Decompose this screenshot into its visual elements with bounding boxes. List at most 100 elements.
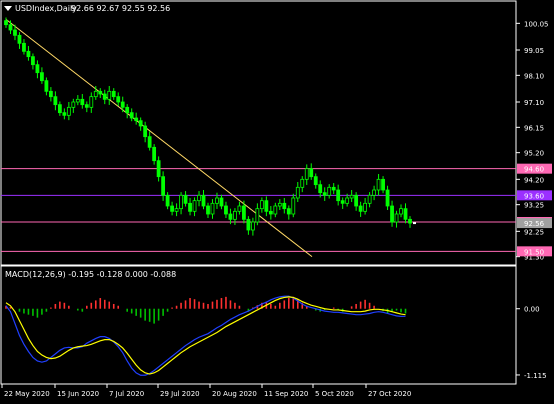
candle-body (403, 208, 408, 220)
candle-body (183, 194, 188, 204)
candle-body (295, 186, 300, 199)
price-tag-label: 91.50 (524, 248, 544, 256)
candle-body (8, 24, 13, 31)
price-tick-label: 97.10 (524, 99, 544, 107)
macd-line (5, 295, 406, 376)
current-price-marker (413, 222, 416, 225)
candle-body (336, 189, 341, 202)
time-tick-label: 22 May 2020 (4, 390, 50, 398)
macd-signal-line (5, 296, 406, 375)
candle-body (165, 194, 170, 207)
chart-canvas: 100.05 99.05 98.10 97.10 96.15 95.20 94.20 93.2… (0, 0, 552, 398)
candle-body (179, 194, 183, 210)
candle-body (44, 80, 49, 92)
candle-body (80, 98, 85, 106)
candle-body (161, 176, 166, 196)
candle-body (372, 189, 376, 196)
candle-body (188, 202, 192, 212)
chart-window: 100.05 99.05 98.10 97.10 96.15 95.20 94.20 93.2… (0, 0, 554, 400)
candle-body (237, 205, 242, 212)
candle-body (408, 218, 412, 224)
trendline[interactable] (5, 18, 313, 258)
time-tick-label: 29 Jul 2020 (160, 390, 200, 398)
candle-body (53, 96, 58, 106)
candle-body (31, 56, 35, 66)
candle-body (255, 208, 260, 223)
candle-body (120, 101, 125, 108)
time-axis: 22 May 2020 15 Jun 2020 7 Jul 2020 29 Jul 2… (1, 384, 411, 398)
macd-pane-frame (0, 265, 517, 385)
price-tick-label: 95.20 (524, 150, 544, 158)
candle-body (304, 168, 309, 180)
candle-body (358, 205, 363, 212)
candle-body (224, 205, 228, 215)
candle-body (143, 125, 148, 138)
time-tick-label: 20 Aug 2020 (212, 390, 257, 398)
candle-body (233, 210, 237, 220)
candle-body (273, 205, 278, 215)
macd-pane[interactable] (5, 295, 407, 376)
candle-body (206, 205, 210, 215)
candle-body (156, 160, 161, 178)
candle-body (98, 90, 103, 95)
candle-body (268, 210, 273, 215)
candle-body (93, 90, 98, 98)
candle-body (17, 34, 22, 44)
candle-body (228, 213, 233, 220)
candle-body (367, 194, 372, 204)
candle-body (174, 208, 179, 212)
candle-body (327, 186, 332, 196)
candle-body (210, 202, 215, 215)
main-pane-frame (0, 0, 517, 266)
candle-body (116, 96, 121, 103)
candle-body (111, 90, 116, 98)
candle-body (192, 200, 197, 212)
candle-body (381, 178, 385, 191)
candle-body (129, 112, 134, 119)
price-tag-label: 92.56 (524, 220, 545, 228)
candle-body (219, 197, 224, 207)
candle-body (345, 197, 350, 204)
time-tick-label: 11 Sep 2020 (264, 390, 308, 398)
candle-body (313, 176, 318, 186)
candle-body (75, 98, 80, 103)
price-axis: 100.05 99.05 98.10 97.10 96.15 95.20 94.20 93.2… (516, 20, 552, 380)
price-tick-label: 98.10 (524, 72, 544, 80)
candle-body (376, 178, 381, 191)
candle-body (84, 104, 89, 108)
candle-body (286, 208, 291, 215)
candle-body (66, 106, 71, 116)
candle-body (385, 189, 390, 207)
candle-body (134, 117, 139, 122)
price-tag-label: 93.60 (524, 192, 544, 200)
candle-body (282, 202, 287, 210)
price-tick-label: 94.20 (524, 176, 544, 184)
candle-body (300, 178, 305, 188)
candle-body (399, 208, 403, 215)
candle-body (40, 72, 44, 82)
candle-body (394, 213, 399, 223)
candle-body (35, 64, 40, 74)
candle-body (250, 221, 255, 231)
candle-body (215, 197, 219, 204)
candle-body (107, 90, 112, 100)
candle-body (13, 29, 17, 36)
candle-body (277, 202, 282, 207)
time-tick-label: 27 Oct 2020 (368, 390, 411, 398)
candle-body (259, 200, 264, 210)
candle-body (390, 205, 394, 223)
candle-body (197, 194, 201, 202)
candle-body (246, 218, 251, 231)
candle-body (322, 192, 327, 196)
macd-tick-label: -1.115 (524, 372, 547, 380)
candle-body (201, 194, 206, 207)
candle-body (57, 104, 62, 114)
candle-body (354, 194, 359, 207)
candle-body (363, 202, 368, 212)
candle-body (170, 205, 174, 212)
main-pane[interactable] (1, 17, 516, 258)
candle-body (331, 186, 336, 191)
candle-body (291, 197, 296, 215)
price-tag-label: 94.60 (524, 166, 544, 174)
price-tick-label: 93.25 (524, 202, 544, 210)
